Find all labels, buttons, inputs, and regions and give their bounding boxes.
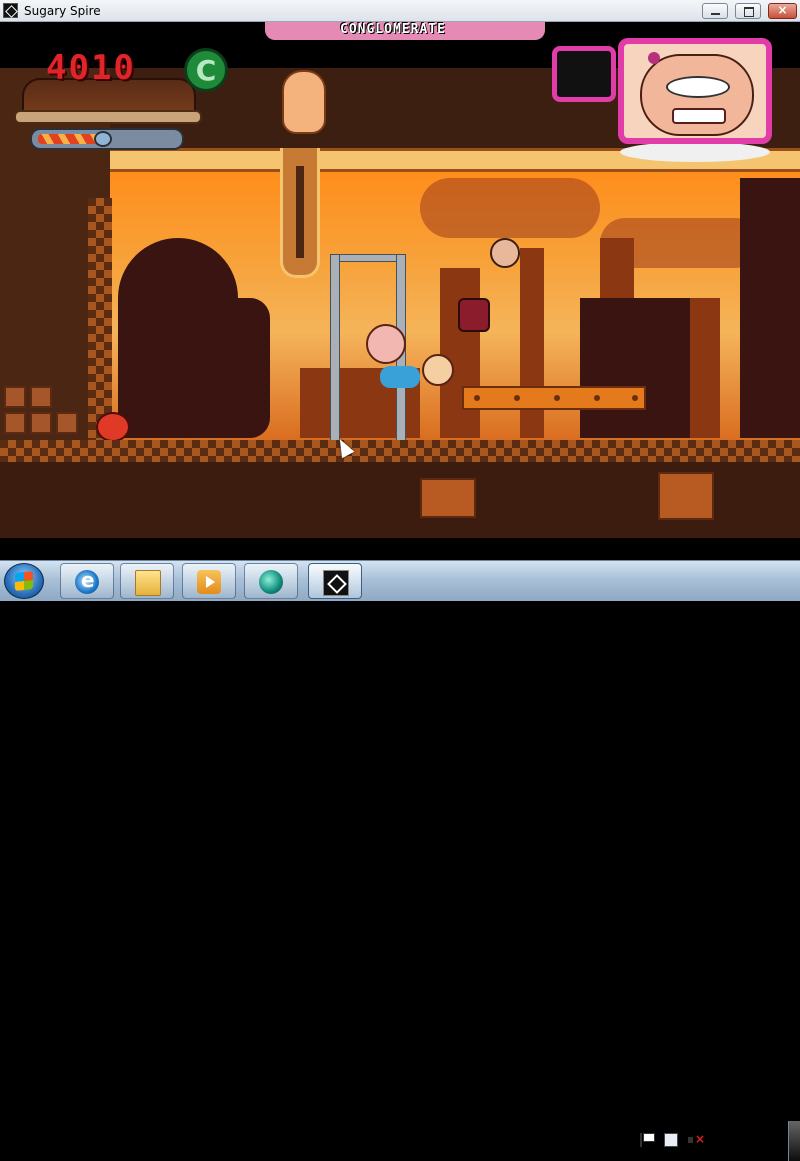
windows-logo-icon (15, 571, 33, 591)
tv-screen (618, 38, 772, 144)
rivet (554, 395, 560, 401)
no-entry-sign (96, 412, 130, 442)
player-afterimage (380, 366, 420, 388)
taskbar: 7:40 AM 19/02/2024 (0, 560, 800, 1161)
cracker-block (30, 386, 52, 408)
level-title: CONGLOMERATE (340, 22, 446, 37)
app-icon (259, 570, 283, 594)
pipe-inner (296, 166, 304, 258)
taskbar-sugary-spire[interactable] (308, 563, 362, 599)
cracker-block (4, 386, 26, 408)
window-title: Sugary Spire (24, 4, 101, 18)
taskbar-windows-explorer[interactable] (120, 563, 174, 599)
volume-muted-icon[interactable] (688, 1132, 705, 1147)
fire-sprite (282, 70, 326, 134)
pizza-face-block (658, 472, 714, 520)
tv-small-icon (552, 46, 616, 102)
game-icon (323, 570, 349, 596)
checkered-floor (0, 440, 800, 462)
dark-machine (180, 298, 270, 438)
player-character (366, 324, 406, 364)
combo-meter (30, 128, 184, 150)
start-button[interactable] (4, 563, 44, 599)
factory-silhouette (440, 268, 480, 438)
media-player-icon (197, 570, 221, 594)
taskbar-internet-explorer[interactable] (60, 563, 114, 599)
cracker-block (30, 412, 52, 434)
rank-badge: C (184, 48, 228, 92)
tv-face-icon (640, 54, 754, 136)
action-center-flag-icon[interactable] (640, 1133, 656, 1147)
rivet (514, 395, 520, 401)
rivet (632, 395, 638, 401)
cracker-block (4, 412, 26, 434)
clock-date[interactable]: 19/02/2024 (712, 1143, 784, 1156)
smoke-cloud (420, 178, 600, 238)
dark-machine (580, 298, 690, 438)
internet-explorer-icon (75, 568, 99, 594)
maximize-button[interactable] (735, 3, 761, 19)
combo-meter-fill (38, 134, 100, 144)
taskbar-app[interactable] (244, 563, 298, 599)
close-button[interactable]: × (768, 3, 797, 19)
network-icon[interactable] (664, 1133, 678, 1147)
rank-letter: C (195, 54, 217, 87)
pizza-face-block (420, 478, 476, 518)
folder-icon (135, 570, 161, 596)
minimize-button[interactable] (702, 3, 728, 19)
enemy-character (490, 238, 520, 268)
gate-bar (330, 254, 406, 262)
hud-cake-plate (14, 110, 202, 124)
orange-platform (462, 386, 646, 410)
cracker-block (56, 412, 78, 434)
rivet (474, 395, 480, 401)
taskbar-media-player[interactable] (182, 563, 236, 599)
rivet (594, 395, 600, 401)
chomper-enemy (458, 298, 490, 332)
tv-cloud-base (620, 142, 770, 162)
clock-time[interactable]: 7:40 AM (716, 1126, 782, 1140)
score-counter: 4010 (46, 48, 136, 88)
show-desktop-button[interactable] (788, 1121, 800, 1161)
follower-character (422, 354, 454, 386)
gate-post (330, 254, 340, 442)
dark-tower (740, 178, 800, 438)
close-icon: × (777, 3, 788, 17)
window-titlebar[interactable]: Sugary Spire × (0, 0, 800, 22)
combo-meter-knob (94, 131, 112, 147)
app-icon[interactable] (3, 3, 18, 18)
game-viewport[interactable]: CONGLOMERATE 4010 C (0, 22, 800, 560)
tv-antenna-light (648, 52, 660, 64)
